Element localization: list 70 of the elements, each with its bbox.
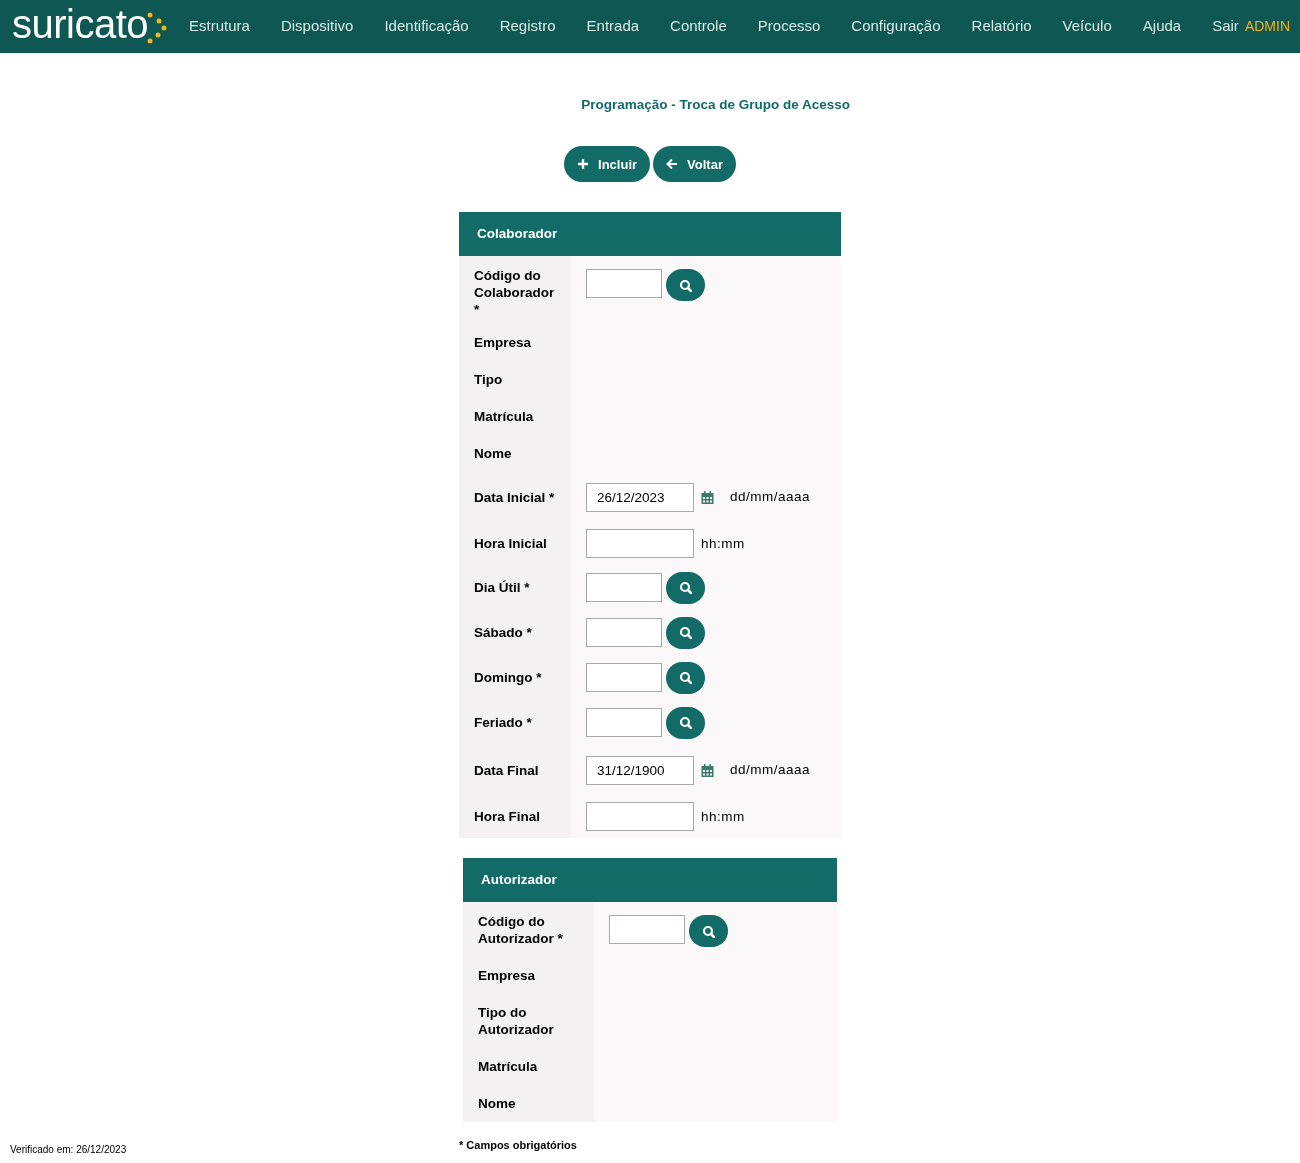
search-button[interactable] <box>666 661 705 694</box>
code-input[interactable] <box>609 915 685 945</box>
back-button[interactable]: Voltar <box>653 146 736 183</box>
field-label: Código do Colaborador * <box>474 267 556 319</box>
section-title: Colaborador <box>477 225 558 244</box>
date-input[interactable]: 26/12/2023 <box>586 482 694 512</box>
verified-date: Verificado em: 26/12/2023 <box>10 1143 127 1157</box>
nav-menu-item[interactable]: Registro <box>499 15 556 38</box>
nav-menu-item[interactable]: Veículo <box>1062 15 1112 38</box>
calendar-icon <box>701 490 714 504</box>
page-title: Programação - Troca de Grupo de Acesso <box>581 96 850 114</box>
format-hint: dd/mm/aaaa <box>730 488 811 507</box>
date-input[interactable]: 31/12/1900 <box>586 755 694 785</box>
nav-menu-item[interactable]: Processo <box>757 15 821 38</box>
calendar-icon <box>701 763 714 777</box>
search-icon <box>679 626 692 640</box>
code-input[interactable] <box>586 573 662 603</box>
field-label: Data Final <box>474 761 539 779</box>
search-icon <box>679 716 692 730</box>
field-label: Nome <box>478 1095 516 1113</box>
field-label: Tipo do Autorizador <box>478 1004 555 1039</box>
search-button[interactable] <box>666 571 705 604</box>
search-button[interactable] <box>666 616 705 649</box>
search-button[interactable] <box>666 706 705 739</box>
code-input[interactable] <box>586 708 662 738</box>
field-label: Feriado * <box>474 714 532 732</box>
nav-menu-item[interactable]: Controle <box>670 15 727 38</box>
field-label: Domingo * <box>474 669 542 687</box>
section-title: Autorizador <box>481 871 557 890</box>
format-hint: hh:mm <box>701 807 745 826</box>
search-button[interactable] <box>689 915 728 948</box>
format-hint: dd/mm/aaaa <box>730 761 811 780</box>
time-input[interactable] <box>586 529 694 559</box>
logo-dots-icon <box>146 11 168 44</box>
field-label: Sábado * <box>474 624 532 642</box>
code-input[interactable] <box>586 663 662 693</box>
search-icon <box>702 924 715 938</box>
search-icon <box>679 671 692 685</box>
logo-text[interactable]: suricato <box>12 3 149 44</box>
nav-menu-item[interactable]: Configuração <box>851 15 941 38</box>
field-label: Código do Autorizador * <box>478 913 564 948</box>
arrow-left-icon <box>666 158 679 171</box>
plus-icon <box>577 158 590 171</box>
search-icon <box>679 581 692 595</box>
nav-menu-item[interactable]: Ajuda <box>1142 15 1182 38</box>
field-label: Matrícula <box>474 408 534 426</box>
field-label: Data Inicial * <box>474 488 555 506</box>
field-label: Hora Final <box>474 808 540 826</box>
nav-menu-item[interactable]: Identificação <box>384 15 469 38</box>
user-menu[interactable]: ADMIN <box>1244 16 1290 37</box>
nav-menu-item[interactable]: Sair <box>1212 15 1239 38</box>
search-icon <box>679 278 692 292</box>
nav-menu-item[interactable]: Dispositivo <box>280 15 354 38</box>
code-input[interactable] <box>586 618 662 648</box>
field-label: Hora Inicial <box>474 535 547 553</box>
field-label: Tipo <box>474 371 503 389</box>
field-label: Empresa <box>478 967 536 985</box>
add-button[interactable]: Incluir <box>564 146 651 183</box>
field-label: Empresa <box>474 334 532 352</box>
search-button[interactable] <box>666 269 705 302</box>
format-hint: hh:mm <box>701 534 745 553</box>
field-label: Matrícula <box>478 1058 538 1076</box>
nav-menu-item[interactable]: Estrutura <box>189 15 250 38</box>
required-fields-note: * Campos obrigatórios <box>459 1139 577 1152</box>
code-input[interactable] <box>586 269 662 299</box>
nav-menu-item[interactable]: Relatório <box>971 15 1032 38</box>
time-input[interactable] <box>586 802 694 832</box>
nav-menu-item[interactable]: Entrada <box>586 15 640 38</box>
field-label: Nome <box>474 445 512 463</box>
field-label: Dia Útil * <box>474 579 530 597</box>
